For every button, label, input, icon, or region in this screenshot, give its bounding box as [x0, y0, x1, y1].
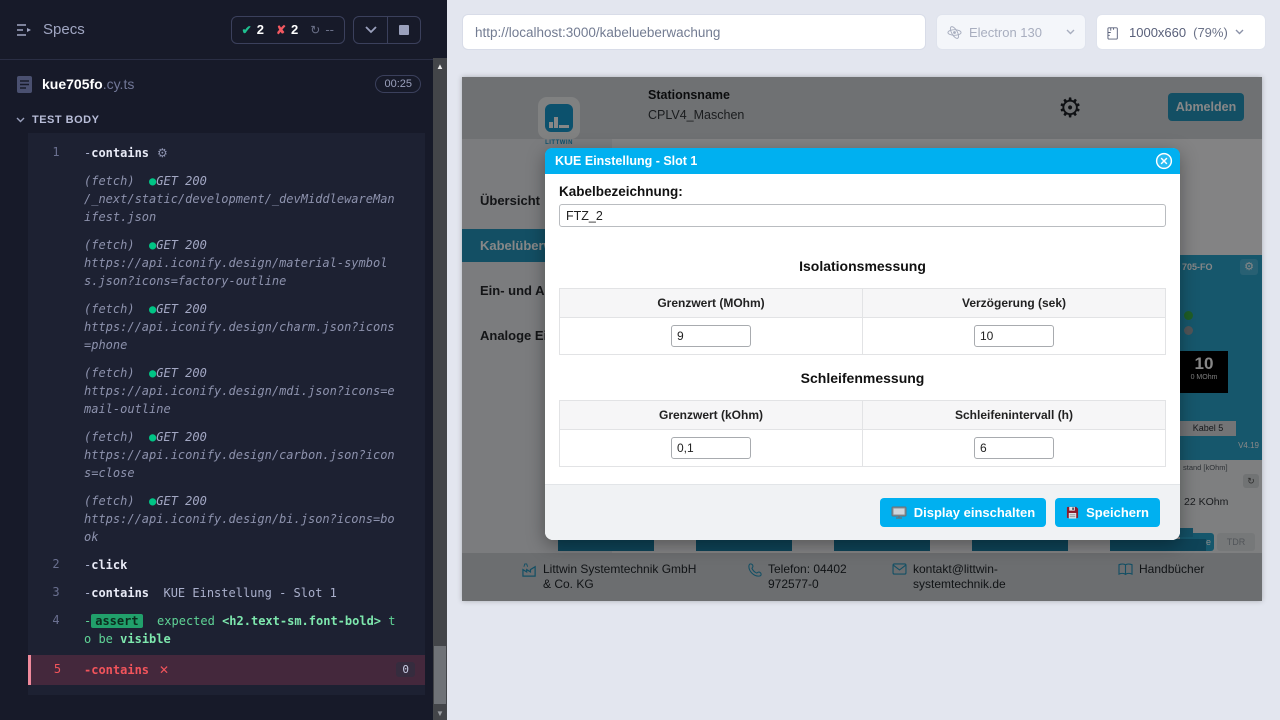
app-viewport: LITTWIN Stationsname CPLV4_Maschen ⚙ Abm…	[462, 77, 1262, 601]
save-button[interactable]: Speichern	[1055, 498, 1160, 527]
loop-interval-input[interactable]	[974, 437, 1054, 459]
display-on-button[interactable]: Display einschalten	[880, 498, 1046, 527]
match-count-badge: 0	[396, 662, 415, 677]
test-stats: ✔2 ✘2 ↻--	[231, 16, 345, 44]
spec-file-icon	[16, 75, 33, 94]
specs-title: Specs	[43, 21, 85, 38]
test-body-toggle[interactable]: TEST BODY	[0, 108, 433, 133]
url-bar[interactable]: http://localhost:3000/kabelueberwachung	[462, 14, 926, 50]
command-contains-1[interactable]: 1 -contains⚙	[28, 139, 425, 167]
chevron-down-icon	[16, 117, 25, 123]
browser-select[interactable]: Electron 130	[936, 14, 1086, 50]
ruler-icon	[1107, 25, 1122, 40]
stop-button[interactable]	[387, 17, 420, 43]
scroll-down-icon[interactable]: ▼	[433, 709, 447, 718]
command-click[interactable]: 2 -click	[28, 551, 425, 579]
command-contains-3[interactable]: 3 -contains KUE Einstellung - Slot 1	[28, 579, 425, 607]
loop-limit-input[interactable]	[671, 437, 751, 459]
modal-title: KUE Einstellung - Slot 1	[555, 154, 697, 168]
spec-name: kue705fo.cy.ts	[42, 76, 366, 92]
loop-section-title: Schleifenmessung	[559, 370, 1166, 386]
isolation-table: Grenzwert (MOhm) Verzögerung (sek)	[559, 288, 1166, 355]
kue-settings-modal: KUE Einstellung - Slot 1 Kabelbezeichnun…	[545, 148, 1180, 540]
collapse-button[interactable]	[354, 17, 387, 43]
specs-menu-button[interactable]: Specs	[16, 21, 85, 38]
electron-icon	[947, 25, 962, 40]
fetch-log-entry[interactable]: (fetch) ●GET 200 /_next/static/developme…	[28, 167, 425, 231]
cable-name-label: Kabelbezeichnung:	[559, 184, 1166, 199]
fetch-log-entry[interactable]: (fetch) ●GET 200 https://api.iconify.des…	[28, 359, 425, 423]
aut-toolbar: http://localhost:3000/kabelueberwachung …	[447, 0, 1280, 64]
fetch-log-entry[interactable]: (fetch) ●GET 200 https://api.iconify.des…	[28, 231, 425, 295]
stat-failed: ✘2	[276, 22, 298, 37]
spec-duration: 00:25	[375, 75, 421, 93]
loop-table: Grenzwert (kOhm) Schleifenintervall (h)	[559, 400, 1166, 467]
scrollbar-track[interactable]: ▲ ▼	[433, 58, 447, 720]
reporter-header: Specs ✔2 ✘2 ↻--	[0, 0, 433, 60]
fetch-log-entry[interactable]: (fetch) ●GET 200 https://api.iconify.des…	[28, 487, 425, 551]
aut-panel: http://localhost:3000/kabelueberwachung …	[447, 0, 1280, 720]
spec-row[interactable]: kue705fo.cy.ts 00:25	[0, 60, 433, 108]
iso-col2-header: Verzögerung (sek)	[863, 289, 1166, 318]
save-floppy-icon	[1066, 506, 1079, 519]
chevron-down-icon	[1235, 29, 1244, 35]
iso-delay-input[interactable]	[974, 325, 1054, 347]
check-icon: ✔	[242, 23, 252, 37]
viewport-select[interactable]: 1000x660 (79%)	[1096, 14, 1266, 50]
modal-footer: Display einschalten Speichern	[545, 484, 1180, 540]
loop-col2-header: Schleifenintervall (h)	[863, 401, 1166, 430]
modal-header: KUE Einstellung - Slot 1	[545, 148, 1180, 174]
screen: Specs ✔2 ✘2 ↻-- kue705fo.cy.ts 00:25	[0, 0, 1280, 720]
stat-pending: ↻--	[310, 22, 334, 37]
command-log: 1 -contains⚙ (fetch) ●GET 200 /_next/sta…	[28, 133, 425, 695]
gear-icon: ⚙	[157, 146, 168, 160]
assert-badge: assert	[91, 614, 142, 628]
isolation-section-title: Isolationsmessung	[559, 258, 1166, 274]
stat-passed: ✔2	[242, 22, 264, 37]
monitor-icon	[891, 506, 907, 519]
chevron-down-icon	[365, 26, 377, 34]
command-assert[interactable]: 4 -assert expected <h2.text-sm.font-bold…	[28, 607, 425, 653]
cable-name-input[interactable]	[559, 204, 1166, 227]
loop-col1-header: Grenzwert (kOhm)	[560, 401, 863, 430]
cross-icon: ✘	[276, 23, 286, 37]
specs-list-icon	[16, 23, 34, 37]
reporter-scrollbar[interactable]: ▲ ▼	[433, 0, 447, 720]
iso-limit-input[interactable]	[671, 325, 751, 347]
close-icon[interactable]	[1155, 152, 1173, 170]
iso-col1-header: Grenzwert (MOhm)	[560, 289, 863, 318]
fail-cross-icon: ✕	[159, 663, 169, 677]
cypress-reporter-sidebar: Specs ✔2 ✘2 ↻-- kue705fo.cy.ts 00:25	[0, 0, 433, 720]
run-controls	[353, 16, 421, 44]
restart-icon: ↻	[310, 23, 320, 37]
fetch-log-entry[interactable]: (fetch) ●GET 200 https://api.iconify.des…	[28, 295, 425, 359]
command-contains-failed[interactable]: 5 -contains✕ 0	[28, 655, 425, 685]
scroll-up-icon[interactable]: ▲	[433, 62, 447, 71]
stop-icon	[399, 25, 409, 35]
fetch-log-entry[interactable]: (fetch) ●GET 200 https://api.iconify.des…	[28, 423, 425, 487]
chevron-down-icon	[1066, 29, 1075, 35]
scrollbar-thumb[interactable]	[434, 646, 446, 704]
